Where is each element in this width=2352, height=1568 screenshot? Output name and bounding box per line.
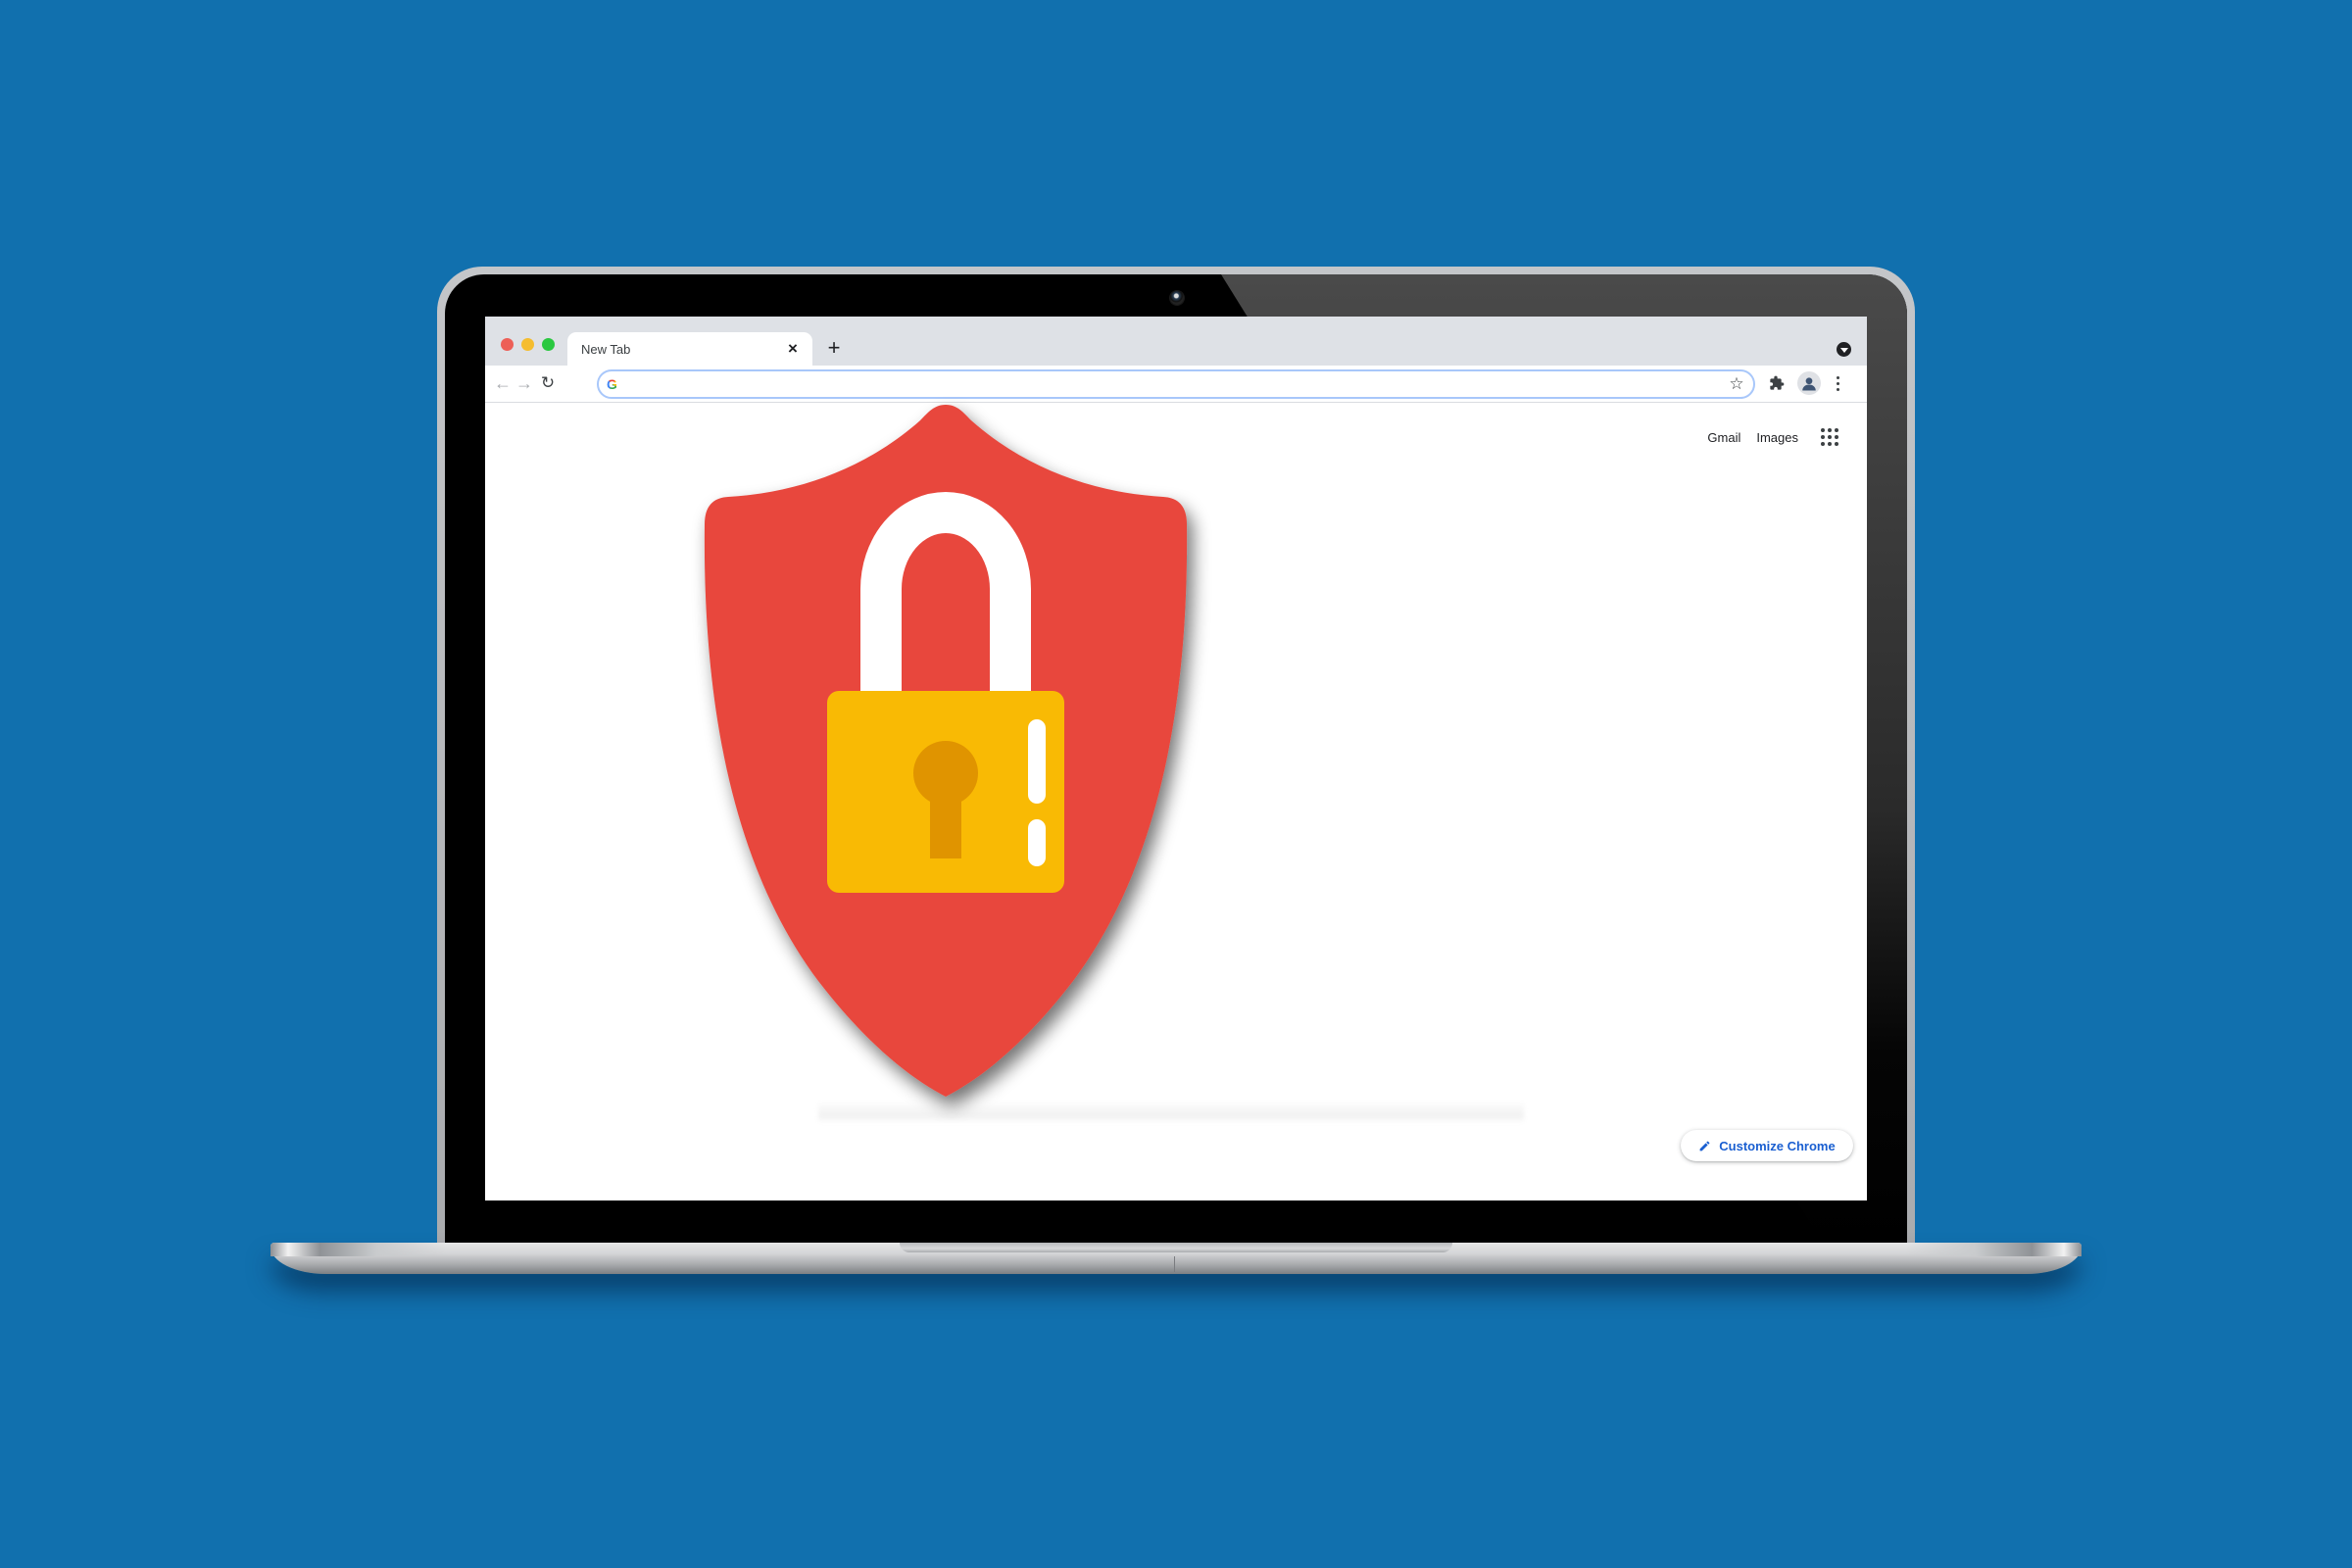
chrome-menu-button[interactable] <box>1830 371 1845 395</box>
bookmark-star-icon[interactable]: ☆ <box>1726 373 1747 395</box>
apps-dot-icon <box>1821 428 1825 432</box>
images-link[interactable]: Images <box>1756 430 1798 445</box>
apps-dot-icon <box>1828 442 1832 446</box>
gmail-link[interactable]: Gmail <box>1707 430 1740 445</box>
google-apps-button[interactable] <box>1820 427 1839 447</box>
base-highlight <box>1905 1243 2082 1256</box>
menu-dot-icon <box>1836 381 1839 385</box>
reload-button[interactable]: ↻ <box>536 371 560 395</box>
address-input[interactable] <box>628 373 1706 395</box>
security-shield-illustration <box>704 405 1188 1097</box>
apps-dot-icon <box>1821 435 1825 439</box>
back-button[interactable]: ← <box>491 371 514 395</box>
tab-new-tab[interactable]: New Tab × <box>567 332 812 366</box>
base-seam <box>1174 1256 1175 1272</box>
person-icon <box>1802 377 1816 391</box>
puzzle-piece-icon <box>1770 375 1785 390</box>
webcam-icon <box>1170 291 1184 305</box>
pencil-icon <box>1699 1141 1710 1151</box>
customize-chrome-label: Customize Chrome <box>1719 1138 1836 1153</box>
customize-chrome-button[interactable]: Customize Chrome <box>1681 1130 1853 1161</box>
google-g-icon: G <box>607 376 617 392</box>
apps-dot-icon <box>1835 442 1838 446</box>
apps-dot-icon <box>1835 435 1838 439</box>
tab-title: New Tab <box>581 342 631 357</box>
padlock-highlight-icon <box>1028 719 1046 804</box>
apps-dot-icon <box>1828 428 1832 432</box>
menu-dot-icon <box>1836 375 1839 379</box>
apps-dot-icon <box>1821 442 1825 446</box>
ntp-header-links: Gmail Images <box>1707 430 1798 445</box>
tab-close-icon[interactable]: × <box>783 339 803 359</box>
window-maximize-button[interactable] <box>542 338 555 351</box>
address-bar[interactable]: G ☆ <box>597 369 1755 399</box>
apps-dot-icon <box>1835 428 1838 432</box>
forward-button[interactable]: → <box>513 371 536 395</box>
lid-opening-notch <box>900 1243 1452 1252</box>
menu-dot-icon <box>1836 387 1839 391</box>
new-tab-button[interactable]: + <box>823 337 845 360</box>
extensions-button[interactable] <box>1766 372 1788 394</box>
window-close-button[interactable] <box>501 338 514 351</box>
profile-button[interactable] <box>1797 371 1821 395</box>
browser-toolbar: ← → ↻ G ☆ <box>485 366 1867 403</box>
base-highlight <box>270 1243 447 1256</box>
window-minimize-button[interactable] <box>521 338 534 351</box>
tab-strip: New Tab × + <box>485 317 1867 366</box>
padlock-highlight-icon <box>1028 819 1046 866</box>
keyhole-slot-icon <box>930 785 961 858</box>
tab-search-dropdown-icon[interactable] <box>1837 342 1851 357</box>
browser-window: New Tab × + ← → ↻ G ☆ Gmail Images Custo… <box>485 317 1867 1200</box>
laptop-base <box>270 1243 2082 1274</box>
apps-dot-icon <box>1828 435 1832 439</box>
